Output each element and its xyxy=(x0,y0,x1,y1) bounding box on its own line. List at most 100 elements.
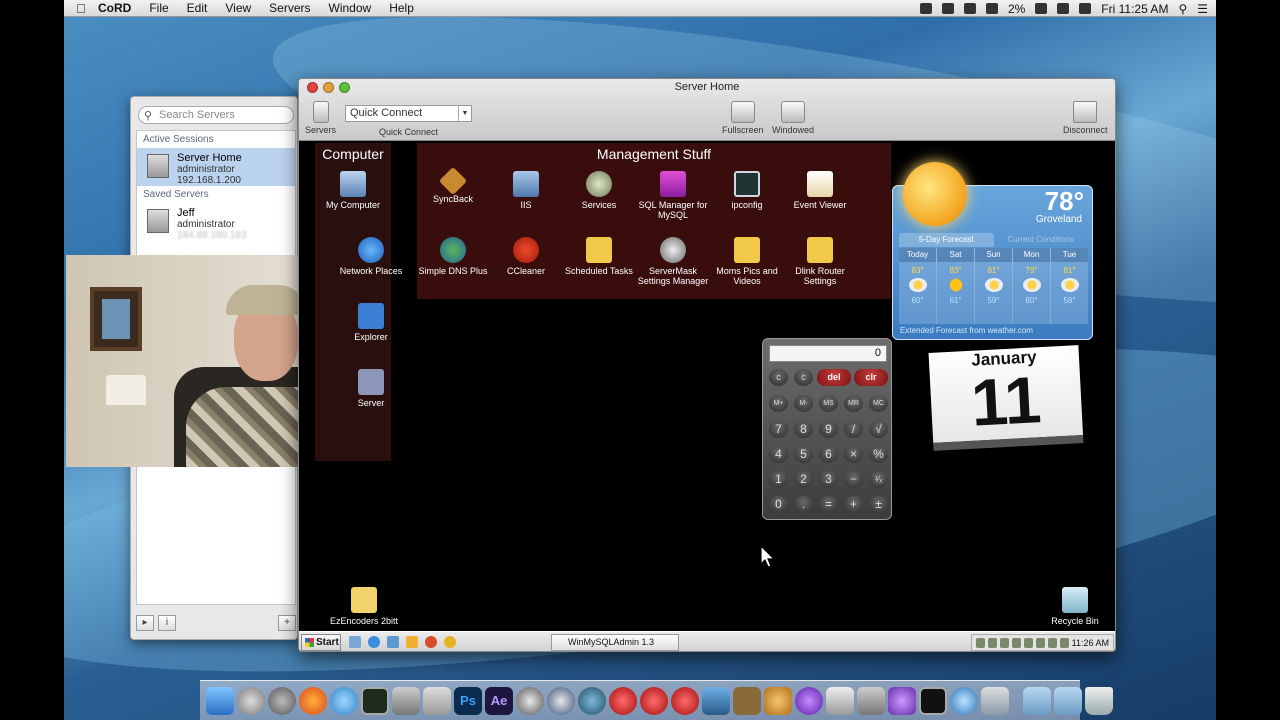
quicklaunch-icon[interactable] xyxy=(387,636,399,648)
dropbox-icon[interactable] xyxy=(941,3,954,14)
calc-key-sqrt[interactable]: √ xyxy=(869,421,888,438)
accessibility-icon[interactable] xyxy=(1035,3,1048,14)
desktop-icon-servermask[interactable]: ServerMask Settings Manager xyxy=(635,237,711,286)
server-item-saved[interactable]: Jeff administrator 184.88.180.183 xyxy=(137,203,295,241)
camera-icon[interactable] xyxy=(919,3,932,14)
desktop-icon-iis[interactable]: IIS xyxy=(488,171,564,210)
disconnect-button[interactable]: Disconnect xyxy=(1063,101,1108,135)
desktop-icon-ccleaner[interactable]: CCleaner xyxy=(488,237,564,276)
desktop-icon-ezencoders[interactable]: EzEncoders 2bitt xyxy=(326,587,402,626)
calc-key-ms[interactable]: MS xyxy=(819,395,838,412)
desktop-icon-scheduled-tasks[interactable]: Scheduled Tasks xyxy=(561,237,637,276)
after-effects-icon[interactable]: Ae xyxy=(485,686,513,715)
apple-icon[interactable]:  xyxy=(64,1,98,16)
calc-key-del[interactable]: del xyxy=(817,369,851,386)
desktop-icon-ipconfig[interactable]: ipconfig xyxy=(709,171,785,210)
calc-key-3[interactable]: 3 xyxy=(819,471,838,488)
volume-icon[interactable] xyxy=(1079,3,1092,14)
app-icon[interactable] xyxy=(795,686,823,715)
show-desktop-icon[interactable] xyxy=(349,636,361,648)
app-icon[interactable] xyxy=(733,686,761,715)
wifi-icon[interactable] xyxy=(985,3,998,14)
app-icon[interactable] xyxy=(640,686,668,715)
desktop-icon-moms-pics[interactable]: Moms Pics and Videos xyxy=(709,237,785,286)
weather-footer-link[interactable]: Extended Forecast from weather.com xyxy=(900,326,1033,335)
calc-key-9[interactable]: 9 xyxy=(819,421,838,438)
desktop-icon-server[interactable]: Server xyxy=(333,369,409,408)
time-machine-icon[interactable] xyxy=(1057,3,1070,14)
calc-key-6[interactable]: 6 xyxy=(819,446,838,463)
chevron-down-icon[interactable]: ▼ xyxy=(458,106,471,121)
menu-window[interactable]: Window xyxy=(329,1,372,15)
add-server-button[interactable]: + xyxy=(278,615,296,631)
search-servers-input[interactable]: ⚲ Search Servers xyxy=(138,106,294,124)
calc-key-mc[interactable]: MC xyxy=(869,395,888,412)
app-icon[interactable] xyxy=(764,686,792,715)
calc-key-copy[interactable]: c xyxy=(769,369,788,386)
tray-icon[interactable] xyxy=(1059,637,1069,648)
launchpad-icon[interactable] xyxy=(268,686,296,715)
calc-key-paste[interactable]: c xyxy=(794,369,813,386)
display-icon[interactable] xyxy=(423,686,451,715)
menu-help[interactable]: Help xyxy=(389,1,414,15)
calc-key-mr[interactable]: MR xyxy=(844,395,863,412)
app-icon[interactable] xyxy=(826,686,854,715)
calc-key-clr[interactable]: clr xyxy=(854,369,888,386)
dashboard-icon[interactable] xyxy=(237,686,265,715)
tray-icon[interactable] xyxy=(999,637,1009,648)
calc-key-equals[interactable]: = xyxy=(819,496,838,513)
battery-level[interactable]: 2% xyxy=(1008,2,1025,16)
folder-icon[interactable] xyxy=(1054,686,1082,715)
menu-file[interactable]: File xyxy=(149,1,168,15)
play-button[interactable]: ▸ xyxy=(136,615,154,631)
server-item-active[interactable]: Server Home administrator 192.168.1.200 xyxy=(137,148,295,186)
list-icon[interactable]: ☰ xyxy=(1197,2,1208,16)
ie-icon[interactable] xyxy=(368,636,380,648)
cloud-icon[interactable] xyxy=(963,3,976,14)
calc-key-7[interactable]: 7 xyxy=(769,421,788,438)
calc-key-minus[interactable]: − xyxy=(844,471,863,488)
taskbar-clock[interactable]: 11:26 AM xyxy=(1072,638,1109,648)
quicklaunch-icon[interactable] xyxy=(406,636,418,648)
desktop-icon-my-computer[interactable]: My Computer xyxy=(315,171,391,210)
desktop-icon-simple-dns[interactable]: Simple DNS Plus xyxy=(415,237,491,276)
gear-icon[interactable] xyxy=(857,686,885,715)
start-button[interactable]: Start xyxy=(301,634,341,651)
tray-icon[interactable] xyxy=(975,637,985,648)
desktop-icon-event-viewer[interactable]: Event Viewer xyxy=(782,171,858,210)
calc-key-plus[interactable]: + xyxy=(844,496,863,513)
windowed-button[interactable]: Windowed xyxy=(772,101,814,135)
taskbar-item-winmysqladmin[interactable]: WinMySQLAdmin 1.3 xyxy=(551,634,679,651)
folder-icon[interactable] xyxy=(1023,686,1051,715)
calc-key-5[interactable]: 5 xyxy=(794,446,813,463)
desktop-icon-services[interactable]: Services xyxy=(561,171,637,210)
fullscreen-button[interactable]: Fullscreen xyxy=(722,101,764,135)
finder-icon[interactable] xyxy=(206,686,234,715)
desktop-icon-dlink[interactable]: Dlink Router Settings xyxy=(782,237,858,286)
desktop-icon-network[interactable]: Network Places xyxy=(333,237,409,276)
app-menu[interactable]: CoRD xyxy=(98,1,131,15)
trash-icon[interactable] xyxy=(1085,686,1113,715)
video-icon[interactable] xyxy=(392,686,420,715)
tray-icon[interactable] xyxy=(1035,637,1045,648)
tray-icon[interactable] xyxy=(1047,637,1057,648)
app-icon[interactable] xyxy=(578,686,606,715)
calc-key-2[interactable]: 2 xyxy=(794,471,813,488)
app-icon[interactable] xyxy=(609,686,637,715)
quick-connect-field[interactable]: Quick Connect ▼ xyxy=(345,105,472,122)
calc-key-reciprocal[interactable]: ¹⁄ₓ xyxy=(869,471,888,488)
calc-key-divide[interactable]: / xyxy=(844,421,863,438)
menu-servers[interactable]: Servers xyxy=(269,1,310,15)
tab-5-day-forecast[interactable]: 5-Day Forecast xyxy=(899,233,994,247)
tray-icon[interactable] xyxy=(1011,637,1021,648)
menubar-clock[interactable]: Fri 11:25 AM xyxy=(1101,2,1168,16)
servers-button[interactable]: Servers xyxy=(305,101,336,135)
terminal-icon[interactable] xyxy=(919,686,947,715)
firefox-icon[interactable] xyxy=(299,686,327,715)
info-button[interactable]: i xyxy=(158,615,176,631)
cinema-icon[interactable] xyxy=(516,686,544,715)
app-icon[interactable] xyxy=(671,686,699,715)
menu-view[interactable]: View xyxy=(225,1,251,15)
cinema-icon[interactable] xyxy=(547,686,575,715)
desktop-icon-syncback[interactable]: SyncBack xyxy=(415,166,491,204)
